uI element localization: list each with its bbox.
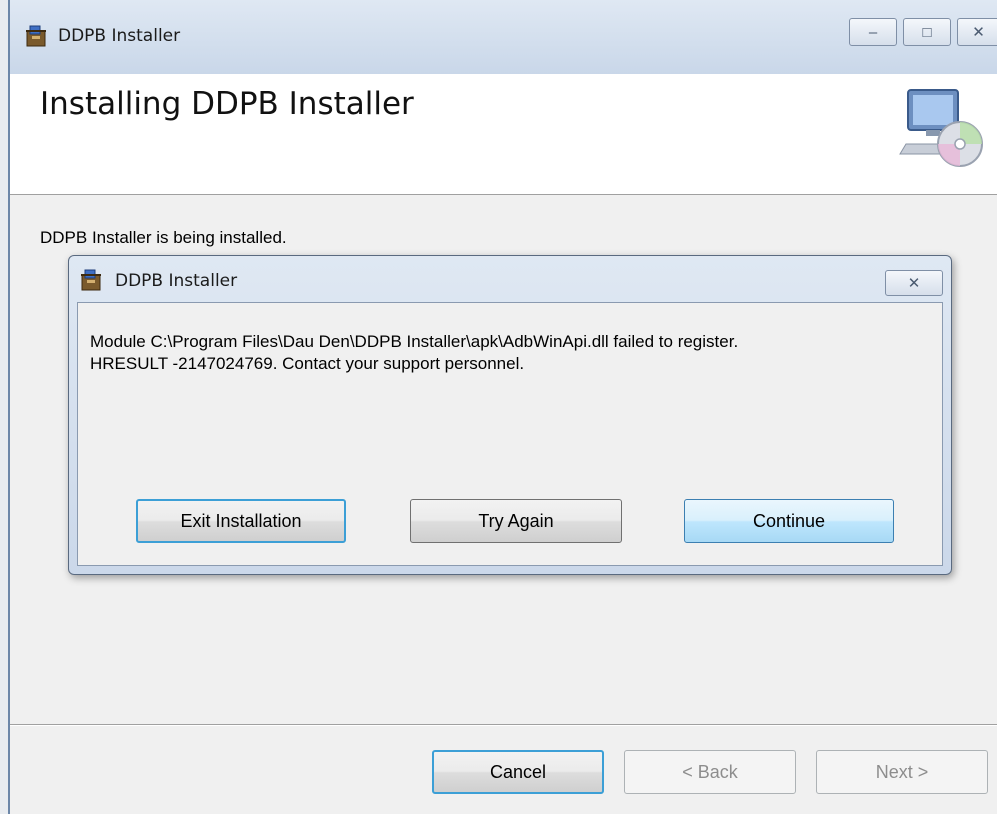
- install-status-text: DDPB Installer is being installed.: [40, 228, 287, 247]
- cancel-button-label: Cancel: [489, 761, 547, 782]
- exit-installation-button[interactable]: Exit Installation: [136, 499, 346, 543]
- installer-box-icon: [26, 25, 46, 47]
- error-dialog: DDPB Installer ✕ Module C:\Program Files…: [68, 255, 952, 575]
- maximize-icon: □: [922, 23, 932, 41]
- minimize-button[interactable]: ‒: [849, 18, 897, 46]
- back-button[interactable]: < Back: [624, 750, 796, 794]
- dialog-title: DDPB Installer: [115, 271, 238, 291]
- window-title: DDPB Installer: [58, 26, 181, 46]
- caption-buttons: ‒ □ ✕: [849, 18, 997, 46]
- installer-header: Installing DDPB Installer: [10, 74, 997, 195]
- close-icon: ✕: [972, 24, 985, 41]
- dialog-close-button[interactable]: ✕: [885, 270, 943, 296]
- close-button[interactable]: ✕: [957, 18, 997, 46]
- dialog-body: Module C:\Program Files\Dau Den\DDPB Ins…: [77, 302, 943, 566]
- close-icon: ✕: [907, 275, 921, 292]
- try-again-button[interactable]: Try Again: [410, 499, 622, 543]
- page-title: Installing DDPB Installer: [40, 86, 414, 122]
- next-button-label: Next >: [875, 761, 929, 782]
- continue-label: Continue: [752, 510, 826, 531]
- computer-cd-icon: [899, 89, 983, 167]
- try-again-label: Try Again: [478, 510, 554, 531]
- error-message: Module C:\Program Files\Dau Den\DDPB Ins…: [90, 332, 739, 373]
- footer-divider: [10, 724, 997, 726]
- next-button[interactable]: Next >: [816, 750, 988, 794]
- installer-box-icon: [81, 269, 101, 291]
- title-bar[interactable]: DDPB Installer ‒ □ ✕: [10, 0, 997, 74]
- back-button-label: < Back: [682, 761, 738, 782]
- exit-installation-label: Exit Installation: [180, 510, 302, 531]
- minimize-icon: ‒: [868, 23, 878, 41]
- maximize-button[interactable]: □: [903, 18, 951, 46]
- cancel-button[interactable]: Cancel: [432, 750, 604, 794]
- continue-button[interactable]: Continue: [684, 499, 894, 543]
